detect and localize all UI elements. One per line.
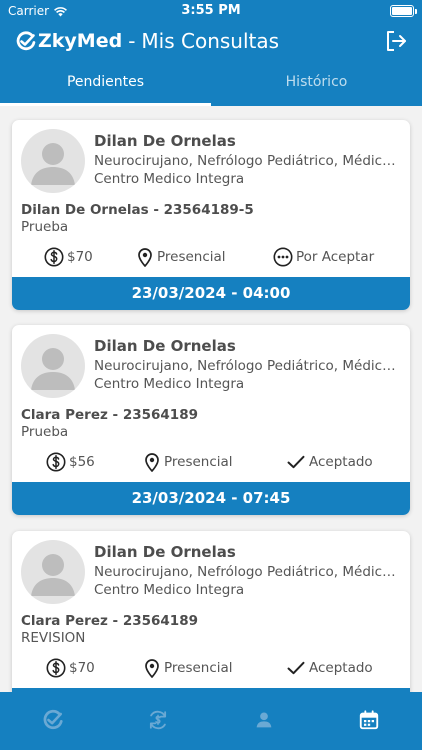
app-header: Carrier 3:55 PM ZkyMed - Mis Consultas P… bbox=[0, 0, 422, 106]
appointment-card[interactable]: Dilan De Ornelas Neurocirujano, Nefrólog… bbox=[12, 120, 410, 310]
mode-info: Presencial bbox=[136, 244, 226, 270]
status-value: Por Aceptar bbox=[296, 249, 375, 265]
appointment-card[interactable]: Dilan De Ornelas Neurocirujano, Nefrólog… bbox=[12, 531, 410, 692]
appointment-meta: $70 Presencial Aceptado bbox=[12, 655, 410, 681]
medical-center: Centro Medico Integra bbox=[94, 171, 245, 187]
page-title: Mis Consultas bbox=[141, 29, 280, 53]
battery-icon bbox=[390, 5, 417, 17]
bottom-navigation bbox=[0, 692, 422, 750]
status-info: Aceptado bbox=[286, 449, 373, 475]
price-info: $70 bbox=[46, 655, 95, 681]
location-pin-icon bbox=[145, 659, 159, 678]
mode-value: Presencial bbox=[164, 454, 233, 470]
patient-info: Dilan De Ornelas - 23564189-5 bbox=[21, 202, 254, 218]
dollar-circle-icon bbox=[44, 247, 64, 267]
tab-bar: Pendientes Histórico bbox=[0, 62, 422, 106]
user-icon bbox=[256, 712, 272, 728]
dollar-circle-icon bbox=[46, 658, 66, 678]
status-info: Por Aceptar bbox=[273, 244, 374, 270]
appointment-card[interactable]: Dilan De Ornelas Neurocirujano, Nefrólog… bbox=[12, 325, 410, 515]
mode-value: Presencial bbox=[157, 249, 226, 265]
appointment-meta: $56 Presencial Aceptado bbox=[12, 449, 410, 475]
price-value: $70 bbox=[69, 660, 95, 676]
appointment-list[interactable]: Dilan De Ornelas Neurocirujano, Nefrólog… bbox=[0, 106, 422, 692]
location-pin-icon bbox=[145, 453, 159, 472]
medical-center: Centro Medico Integra bbox=[94, 376, 245, 392]
zkymed-home-icon bbox=[43, 709, 63, 730]
appointment-reason: REVISION bbox=[21, 630, 86, 646]
tab-pendientes[interactable]: Pendientes bbox=[0, 62, 211, 106]
appointment-reason: Prueba bbox=[21, 219, 69, 235]
doctor-avatar bbox=[21, 334, 85, 398]
appointment-reason: Prueba bbox=[21, 424, 69, 440]
patient-info: Clara Perez - 23564189 bbox=[21, 613, 198, 629]
nav-payments[interactable] bbox=[106, 692, 212, 750]
status-time: 3:55 PM bbox=[181, 3, 241, 18]
check-icon bbox=[287, 661, 305, 675]
appointment-datetime: 23/03/2024 - 07:45 bbox=[12, 482, 410, 515]
refresh-money-icon bbox=[150, 710, 167, 730]
zkymed-logo-icon bbox=[16, 31, 36, 51]
status-bar: Carrier 3:55 PM bbox=[0, 0, 422, 22]
calendar-icon bbox=[360, 710, 379, 730]
status-value: Aceptado bbox=[309, 454, 373, 470]
price-value: $70 bbox=[67, 249, 93, 265]
nav-profile[interactable] bbox=[211, 692, 317, 750]
tab-historico[interactable]: Histórico bbox=[211, 62, 422, 106]
price-value: $56 bbox=[69, 454, 95, 470]
title-separator: - bbox=[128, 29, 136, 53]
dollar-circle-icon bbox=[46, 452, 66, 472]
person-placeholder-icon bbox=[31, 554, 75, 596]
more-circle-icon bbox=[273, 247, 293, 267]
doctor-avatar bbox=[21, 540, 85, 604]
doctor-specialty: Neurocirujano, Nefrólogo Pediátrico, Méd… bbox=[94, 564, 396, 580]
person-placeholder-icon bbox=[31, 348, 75, 390]
medical-center: Centro Medico Integra bbox=[94, 582, 245, 598]
mode-info: Presencial bbox=[143, 655, 233, 681]
brand-logo: ZkyMed bbox=[16, 30, 122, 52]
patient-info: Clara Perez - 23564189 bbox=[21, 407, 198, 423]
appointment-meta: $70 Presencial Por Aceptar bbox=[12, 244, 410, 270]
brand-name: ZkyMed bbox=[38, 30, 123, 52]
status-value: Aceptado bbox=[309, 660, 373, 676]
location-pin-icon bbox=[138, 248, 152, 267]
doctor-specialty: Neurocirujano, Nefrólogo Pediátrico, Méd… bbox=[94, 153, 396, 169]
check-icon bbox=[287, 455, 305, 469]
doctor-name: Dilan De Ornelas bbox=[94, 132, 236, 150]
doctor-avatar bbox=[21, 129, 85, 193]
title-bar: ZkyMed - Mis Consultas bbox=[16, 28, 279, 54]
doctor-specialty: Neurocirujano, Nefrólogo Pediátrico, Méd… bbox=[94, 358, 396, 374]
price-info: $70 bbox=[44, 244, 93, 270]
status-info: Aceptado bbox=[286, 655, 373, 681]
person-placeholder-icon bbox=[31, 143, 75, 185]
logout-icon[interactable] bbox=[384, 29, 408, 53]
mode-info: Presencial bbox=[143, 449, 233, 475]
doctor-name: Dilan De Ornelas bbox=[94, 543, 236, 561]
doctor-name: Dilan De Ornelas bbox=[94, 337, 236, 355]
nav-home[interactable] bbox=[0, 692, 106, 750]
price-info: $56 bbox=[46, 449, 95, 475]
mode-value: Presencial bbox=[164, 660, 233, 676]
appointment-datetime: 23/03/2024 - 04:00 bbox=[12, 277, 410, 310]
nav-appointments[interactable] bbox=[317, 692, 422, 750]
